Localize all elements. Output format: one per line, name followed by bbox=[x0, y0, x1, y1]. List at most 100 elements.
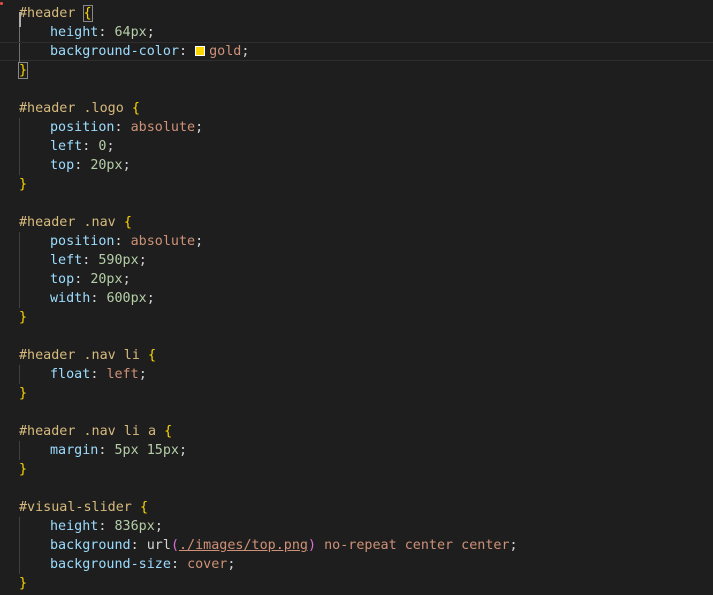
line-text: float: left; bbox=[50, 365, 147, 384]
line-text: height: 836px; bbox=[50, 517, 163, 536]
line-text: margin: 5px 15px; bbox=[50, 441, 187, 460]
line-text: width: 600px; bbox=[50, 289, 155, 308]
code-line[interactable]: #header .nav li a { bbox=[0, 422, 713, 441]
code-token: 20px bbox=[90, 158, 123, 173]
code-token: ; bbox=[106, 139, 115, 154]
code-token: } bbox=[19, 310, 28, 325]
code-token: : bbox=[98, 25, 115, 40]
code-token: : bbox=[74, 272, 91, 287]
code-line[interactable]: #visual-slider { bbox=[0, 498, 713, 517]
code-line[interactable] bbox=[0, 80, 713, 99]
code-token: } bbox=[19, 386, 28, 401]
code-line[interactable]: height: 64px; bbox=[0, 23, 713, 42]
code-line[interactable]: #header .nav li { bbox=[0, 346, 713, 365]
code-line[interactable]: } bbox=[0, 384, 713, 403]
code-token: absolute bbox=[130, 120, 196, 135]
line-text: background-color: gold; bbox=[50, 43, 249, 60]
code-token: absolute bbox=[130, 234, 196, 249]
line-text: #header .nav li { bbox=[19, 346, 156, 365]
code-line[interactable] bbox=[0, 327, 713, 346]
color-swatch-icon[interactable] bbox=[195, 46, 206, 56]
code-line[interactable]: } bbox=[0, 574, 713, 593]
code-line[interactable]: background-size: cover; bbox=[0, 555, 713, 574]
code-token: : bbox=[114, 234, 131, 249]
code-token: ; bbox=[146, 291, 155, 306]
code-token: ; bbox=[179, 443, 188, 458]
code-token: top bbox=[50, 272, 75, 287]
code-token: 20px bbox=[90, 272, 123, 287]
code-token: height bbox=[50, 519, 99, 534]
line-text: #visual-slider { bbox=[19, 498, 148, 517]
code-token: background bbox=[50, 538, 131, 553]
code-line[interactable]: height: 836px; bbox=[0, 517, 713, 536]
code-editor[interactable]: #header {height: 64px; background-color: … bbox=[0, 0, 713, 595]
code-line[interactable] bbox=[0, 403, 713, 422]
code-line[interactable]: } bbox=[0, 460, 713, 479]
line-text: #header { bbox=[19, 4, 93, 23]
code-line[interactable]: background: url(./images/top.png) no-rep… bbox=[0, 536, 713, 555]
code-token: ; bbox=[227, 557, 236, 572]
line-text: #header .nav { bbox=[19, 213, 132, 232]
indent-guide bbox=[19, 137, 20, 156]
code-token: } bbox=[19, 177, 28, 192]
code-token: } bbox=[19, 576, 28, 591]
code-token: #header .nav li bbox=[19, 348, 148, 363]
code-token: left bbox=[50, 253, 83, 268]
code-line[interactable]: } bbox=[0, 175, 713, 194]
code-token: } bbox=[19, 462, 28, 477]
code-token: #header bbox=[19, 6, 84, 21]
code-line[interactable]: left: 590px; bbox=[0, 251, 713, 270]
code-line[interactable]: left: 0; bbox=[0, 137, 713, 156]
code-token: cover bbox=[187, 557, 228, 572]
code-line[interactable]: position: absolute; bbox=[0, 118, 713, 137]
code-token: #visual-slider bbox=[19, 500, 140, 515]
code-line[interactable]: position: absolute; bbox=[0, 232, 713, 251]
code-line[interactable]: margin: 5px 15px; bbox=[0, 441, 713, 460]
indent-guide bbox=[19, 555, 20, 574]
code-line[interactable]: #header { bbox=[0, 4, 713, 23]
code-token: { bbox=[123, 215, 132, 230]
code-line[interactable] bbox=[0, 479, 713, 498]
code-token: : bbox=[74, 158, 91, 173]
code-token: ( bbox=[170, 538, 179, 553]
line-text: position: absolute; bbox=[50, 118, 203, 137]
code-token: ./images/top.png bbox=[179, 538, 308, 553]
indent-guide bbox=[19, 536, 20, 555]
code-token: no-repeat center center bbox=[316, 538, 510, 553]
code-token: : bbox=[170, 557, 188, 572]
line-text: left: 590px; bbox=[50, 251, 147, 270]
code-token: left bbox=[106, 367, 139, 382]
text-cursor bbox=[19, 12, 21, 27]
code-token: ; bbox=[509, 538, 518, 553]
code-token: : bbox=[130, 538, 147, 553]
indent-guide bbox=[19, 156, 20, 175]
code-token: 590px bbox=[98, 253, 139, 268]
line-text: } bbox=[19, 574, 27, 593]
code-token: ; bbox=[195, 234, 204, 249]
code-token: : bbox=[90, 367, 107, 382]
code-line[interactable]: #header .nav { bbox=[0, 213, 713, 232]
code-token: ; bbox=[138, 253, 147, 268]
code-token: url bbox=[146, 538, 171, 553]
code-line[interactable]: top: 20px; bbox=[0, 156, 713, 175]
line-text: left: 0; bbox=[50, 137, 115, 156]
line-text: #header .logo { bbox=[19, 99, 140, 118]
code-line[interactable]: width: 600px; bbox=[0, 289, 713, 308]
code-token: : bbox=[179, 44, 196, 59]
code-line[interactable]: float: left; bbox=[0, 365, 713, 384]
code-line[interactable]: background-color: gold; bbox=[0, 42, 713, 62]
line-text: } bbox=[19, 308, 27, 327]
indent-guide bbox=[19, 43, 20, 62]
code-token: : bbox=[90, 291, 107, 306]
code-line[interactable]: #header .logo { bbox=[0, 99, 713, 118]
code-token: ; bbox=[122, 272, 131, 287]
code-token: ; bbox=[241, 44, 250, 59]
indent-guide bbox=[19, 289, 20, 308]
code-line[interactable]: } bbox=[0, 61, 713, 80]
code-token: { bbox=[139, 500, 148, 515]
code-line[interactable] bbox=[0, 194, 713, 213]
code-line[interactable]: } bbox=[0, 308, 713, 327]
code-line[interactable]: top: 20px; bbox=[0, 270, 713, 289]
code-token: #header .logo bbox=[19, 101, 132, 116]
code-token: { bbox=[164, 424, 173, 439]
